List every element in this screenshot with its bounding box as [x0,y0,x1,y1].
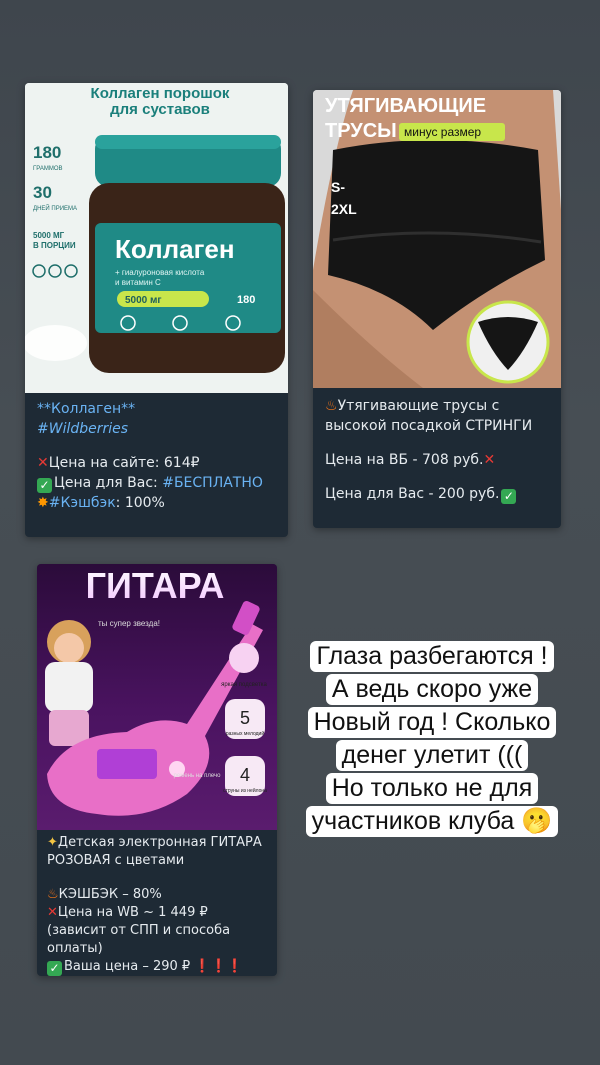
feature-strings: струны из нейлона [223,787,267,794]
post-card-shapewear[interactable]: УТЯГИВАЮЩИЕ ТРУСЫ минус размер S- 2XL ♨У… [313,90,561,528]
shapewear-illustration: УТЯГИВАЮЩИЕ ТРУСЫ минус размер S- 2XL [313,90,561,388]
collagen-caption: **Коллаген** #Wildberries ✕Цена на сайте… [25,399,288,513]
svg-text:180: 180 [237,294,255,306]
shapewear-title-line2: ТРУСЫ [325,120,397,142]
feature-strings-num: 4 [240,765,250,785]
check-mark-icon: ✓ [47,961,62,976]
overlay-line-4: денег улетит ((( [335,740,529,771]
check-mark-icon: ✓ [501,489,517,504]
overlay-line-3: Новый год ! Сколько [307,707,557,738]
guitar-title-line: ✦Детская электронная ГИТАРА [47,834,267,852]
guitar-note-line2: оплаты) [47,941,103,956]
shapewear-badge: минус размер [404,125,481,139]
overlay-line-2: А ведь скоро уже [325,674,539,705]
svg-text:В ПОРЦИИ: В ПОРЦИИ [33,241,76,250]
feature-melodies-num: 5 [240,708,250,728]
your-price-line: Цена для Вас - 200 руб. ✓ [325,484,549,504]
site-price-line: ✕Цена на сайте: 614₽ [37,453,276,473]
feature-melodies: разных мелодий [226,730,264,737]
cashback-line: ✸#Кэшбэк: 100% [37,493,276,513]
guitar-wb-price-line: ✕Цена на WB ~ 1 449 ₽ [47,904,267,922]
sparkle-star-icon: ✦ [47,835,58,850]
exclamation-icons: ❗❗❗ [194,959,243,974]
wb-price-line: Цена на ВБ - 708 руб.✕ [325,450,549,470]
guitar-product-image[interactable]: ГИТАРА ты супер звезда! яркая подсветка … [37,564,277,830]
post-card-collagen[interactable]: Коллаген порошок для суставов Коллаген +… [25,83,288,537]
fire-icon: ♨ [325,398,338,414]
svg-text:и витамин С: и витамин С [115,278,161,287]
strap-label: ремень на плечо [174,773,222,779]
cross-mark-icon: ✕ [47,905,58,920]
wb-price-text: Цена на ВБ - 708 руб. [325,452,484,468]
collagen-product-image[interactable]: Коллаген порошок для суставов Коллаген +… [25,83,288,393]
svg-text:+ гиалуроновая кислота: + гиалуроновая кислота [115,268,205,277]
cashback-value: : 100% [115,495,165,511]
svg-text:5000 мг: 5000 мг [125,295,162,306]
svg-text:ДНЕЙ ПРИЕМА: ДНЕЙ ПРИЕМА [33,204,77,212]
overlay-line-5: Но только не для [325,773,539,804]
shapewear-title-line: ♨Утягивающие трусы с [325,396,549,416]
collision-icon: ✸ [37,495,49,511]
your-price-label: Цена для Вас: [54,475,163,491]
star-text: ты супер звезда! [98,619,160,628]
shapewear-caption-title1: Утягивающие трусы с [337,398,500,414]
size-range-2: 2XL [331,201,357,217]
guitar-caption-title1: Детская электронная ГИТАРА [57,835,262,850]
cross-mark-icon: ✕ [483,452,496,468]
shapewear-caption-title2: высокой посадкой СТРИНГИ [325,418,533,434]
guitar-caption-title2: РОЗОВАЯ с цветами [47,853,185,868]
guitar-note-line1: (зависит от СПП и способа [47,923,231,938]
collagen-banner-line2: для суставов [110,101,210,118]
check-mark-icon: ✓ [37,478,52,493]
guitar-title: ГИТАРА [86,565,225,606]
svg-text:30: 30 [33,183,52,202]
svg-text:ГРАММОВ: ГРАММОВ [33,166,63,172]
svg-text:180: 180 [33,143,61,162]
guitar-your-price-text: Ваша цена – 290 ₽ [64,959,191,974]
guitar-wb-price-text: Цена на WB ~ 1 449 ₽ [57,905,208,920]
story-text-overlay: Глаза разбегаются ! А ведь скоро уже Нов… [282,640,582,838]
shapewear-caption: ♨Утягивающие трусы с высокой посадкой СТ… [313,396,561,504]
guitar-illustration: ГИТАРА ты супер звезда! яркая подсветка … [45,565,267,816]
site-price-text: Цена на сайте: 614₽ [48,455,200,471]
overlay-line-6: участников клуба 🫢 [305,806,559,837]
shapewear-product-image[interactable]: УТЯГИВАЮЩИЕ ТРУСЫ минус размер S- 2XL [313,90,561,388]
your-price-line: ✓ Цена для Вас: #БЕСПЛАТНО [37,473,276,493]
post-card-guitar[interactable]: ГИТАРА ты супер звезда! яркая подсветка … [37,564,277,976]
svg-text:Коллаген: Коллаген [115,234,235,264]
guitar-cashback-line: ♨КЭШБЭК – 80% [47,886,267,904]
free-hashtag[interactable]: #БЕСПЛАТНО [162,475,263,491]
svg-text:5000 МГ: 5000 МГ [33,231,65,240]
cross-mark-icon: ✕ [37,455,49,471]
guitar-cashback-text: КЭШБЭК – 80% [58,887,162,902]
fire-icon: ♨ [47,887,59,902]
size-range-1: S- [331,179,345,195]
collagen-banner-line1: Коллаген порошок [91,85,230,102]
guitar-caption: ✦Детская электронная ГИТАРА РОЗОВАЯ с цв… [37,834,277,976]
guitar-your-price-line: ✓ Ваша цена – 290 ₽ ❗❗❗ [47,958,267,976]
your-price-text: Цена для Вас - 200 руб. [325,486,500,502]
feature-light: яркая подсветка [221,682,267,688]
collagen-jar-illustration: Коллаген порошок для суставов Коллаген +… [25,83,288,393]
cashback-hashtag[interactable]: #Кэшбэк [49,495,116,511]
overlay-line-1: Глаза разбегаются ! [310,641,554,672]
wildberries-hashtag[interactable]: #Wildberries [37,419,276,439]
collagen-title-link[interactable]: **Коллаген** [37,399,276,419]
shapewear-title-line1: УТЯГИВАЮЩИЕ [325,95,486,117]
